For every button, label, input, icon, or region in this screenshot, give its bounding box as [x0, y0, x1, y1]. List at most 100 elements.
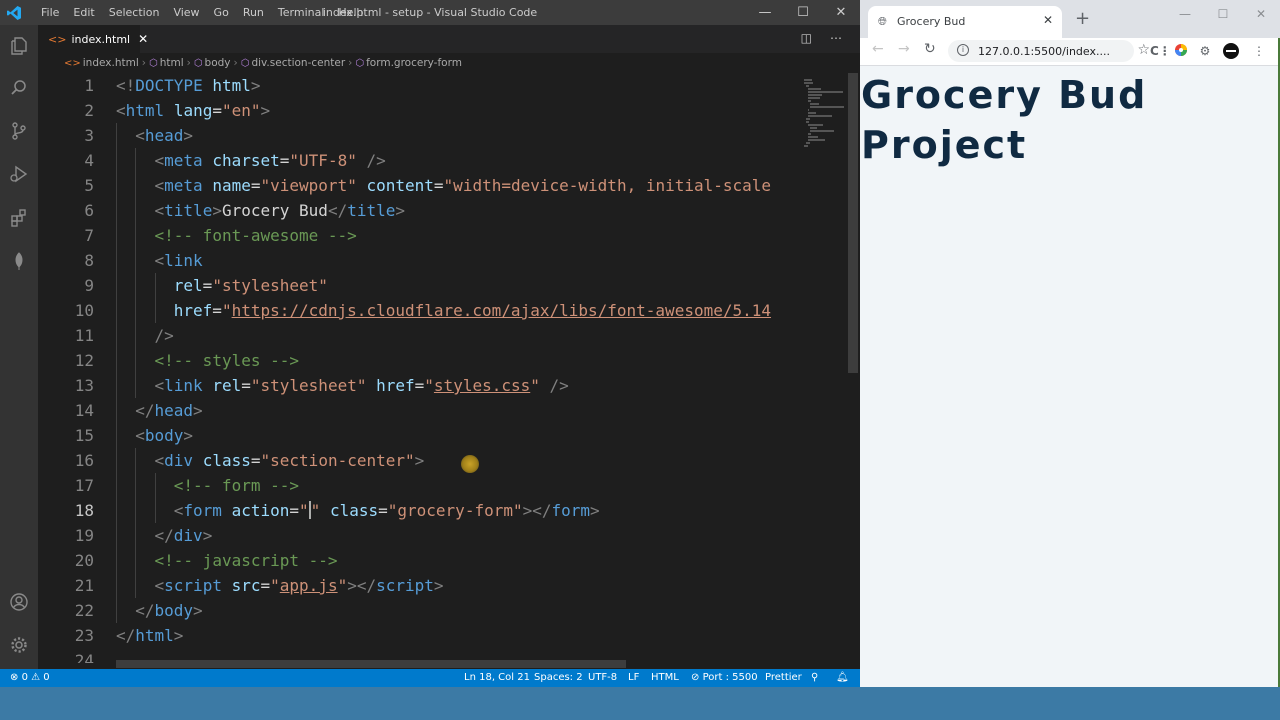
code-line[interactable]: 2 <html lang="en">	[38, 98, 798, 123]
minimap-line	[804, 79, 813, 81]
problems-indicator[interactable]: ⊗ 0 ⚠ 0	[10, 669, 50, 687]
code-line[interactable]: 20 <!-- javascript -->	[38, 548, 798, 573]
code-token: <	[154, 176, 165, 195]
code-token: <	[154, 451, 165, 470]
reload-icon[interactable]: ↻	[924, 41, 936, 57]
breadcrumb-item[interactable]: form.grocery-form	[366, 57, 462, 69]
close-icon[interactable]: ✕	[822, 0, 860, 25]
notifications-bell-icon[interactable]: 🔔︎	[836, 669, 849, 687]
menu-item-help[interactable]: Help	[331, 0, 370, 25]
more-actions-icon[interactable]: ⋯	[830, 31, 842, 45]
back-arrow-icon[interactable]: ←	[872, 41, 884, 57]
menu-item-terminal[interactable]: Terminal	[271, 0, 332, 25]
menu-item-go[interactable]: Go	[207, 0, 236, 25]
code-token: "	[337, 576, 348, 595]
code-token: >	[193, 401, 203, 420]
cursor-position[interactable]: Ln 18, Col 21	[464, 669, 530, 687]
code-text: rel="stylesheet"	[174, 273, 328, 298]
breadcrumb-item[interactable]: index.html	[83, 57, 139, 69]
menu-item-edit[interactable]: Edit	[66, 0, 101, 25]
code-line[interactable]: 6 <title>Grocery Bud</title>	[38, 198, 798, 223]
menu-item-run[interactable]: Run	[236, 0, 271, 25]
settings-gear-icon[interactable]	[8, 634, 30, 656]
code-token: </	[135, 401, 155, 420]
tab-index-html[interactable]: <> index.html ✕	[38, 25, 148, 53]
explorer-icon[interactable]	[8, 35, 30, 57]
code-line[interactable]: 5 <meta name="viewport" content="width=de…	[38, 173, 798, 198]
code-line[interactable]: 18 <form action=" " class="grocery-form"><…	[38, 498, 798, 523]
code-line[interactable]: 11 />	[38, 323, 798, 348]
color-picker-extension-icon[interactable]	[1173, 43, 1189, 59]
menu-item-view[interactable]: View	[166, 0, 206, 25]
menu-item-selection[interactable]: Selection	[102, 0, 167, 25]
code-line[interactable]: 19 </div>	[38, 523, 798, 548]
code-line[interactable]: 4 <meta charset="UTF-8" />	[38, 148, 798, 173]
end-of-line[interactable]: LF	[628, 669, 639, 687]
extensions-icon[interactable]	[8, 207, 30, 229]
code-token: "width=device-width, initial-scale	[443, 176, 772, 195]
code-line[interactable]: 16 <div class="section-center">	[38, 448, 798, 473]
breadcrumb-item[interactable]: body	[205, 57, 231, 69]
code-line[interactable]: 17 <!-- form -->	[38, 473, 798, 498]
browser-tab[interactable]: 🌐︎ Grocery Bud ✕	[868, 6, 1062, 38]
code-token: />	[366, 151, 386, 170]
extension-c-icon[interactable]: C⋮	[1150, 43, 1171, 59]
forward-arrow-icon[interactable]: →	[898, 41, 910, 57]
code-line[interactable]: 23 </html>	[38, 623, 798, 648]
new-tab-icon[interactable]: +	[1075, 9, 1090, 29]
encoding[interactable]: UTF-8	[588, 669, 617, 687]
code-line[interactable]: 1 <!DOCTYPE html>	[38, 73, 798, 98]
code-line[interactable]: 7 <!-- font-awesome -->	[38, 223, 798, 248]
tab-close-icon[interactable]: ✕	[138, 32, 148, 46]
line-number: 7	[84, 226, 94, 245]
indentation[interactable]: Spaces: 2	[534, 669, 583, 687]
code-line[interactable]: 12 <!-- styles -->	[38, 348, 798, 373]
code-line[interactable]: 3 <head>	[38, 123, 798, 148]
minimize-icon[interactable]: —	[746, 0, 784, 25]
profile-avatar-icon[interactable]	[1223, 43, 1239, 59]
mongodb-leaf-icon[interactable]	[8, 250, 30, 272]
address-bar[interactable]: i 127.0.0.1:5500/index.... ☆	[948, 40, 1150, 62]
url-text: 127.0.0.1:5500/index....	[978, 45, 1110, 58]
site-info-icon[interactable]: i	[957, 44, 969, 56]
split-editor-icon[interactable]: ◫	[801, 31, 812, 45]
code-token: link	[164, 251, 203, 270]
breadcrumb-item[interactable]: html	[160, 57, 184, 69]
code-line[interactable]: 22 </body>	[38, 598, 798, 623]
browser-maximize-icon[interactable]: ☐	[1204, 0, 1242, 28]
warning-icon: ⚠	[31, 672, 41, 683]
breadcrumb-item[interactable]: div.section-center	[251, 57, 345, 69]
browser-tab-close-icon[interactable]: ✕	[1043, 13, 1053, 27]
vertical-scrollbar[interactable]	[848, 73, 858, 373]
code-text: <!-- font-awesome -->	[155, 223, 357, 248]
code-line[interactable]: 9 rel="stylesheet"	[38, 273, 798, 298]
bookmark-star-icon[interactable]: ☆	[1137, 42, 1150, 58]
run-debug-icon[interactable]	[8, 163, 30, 185]
prettier-status[interactable]: Prettier	[765, 669, 802, 687]
code-token: >	[250, 76, 261, 95]
browser-minimize-icon[interactable]: —	[1166, 0, 1204, 28]
code-line[interactable]: 15 <body>	[38, 423, 798, 448]
extensions-puzzle-icon[interactable]: ⚙	[1197, 43, 1213, 59]
language-mode[interactable]: HTML	[651, 669, 679, 687]
code-editor[interactable]: 1 <!DOCTYPE html> 2 <html lang="en"> 3 <head>…	[38, 73, 798, 663]
chrome-menu-icon[interactable]: ⋮	[1251, 43, 1267, 59]
maximize-icon[interactable]: ☐	[784, 0, 822, 25]
code-line[interactable]: 21 <script src="app.js"></script>	[38, 573, 798, 598]
menu-item-file[interactable]: File	[34, 0, 66, 25]
no-entry-icon: ⊘	[691, 672, 703, 683]
code-line[interactable]: 10 href="https://cdnjs.cloudflare.com/aja…	[38, 298, 798, 323]
source-control-icon[interactable]	[8, 120, 30, 142]
search-icon[interactable]	[8, 77, 30, 99]
code-line[interactable]: 13 <link rel="stylesheet" href="styles.cs…	[38, 373, 798, 398]
code-line[interactable]: 14 </head>	[38, 398, 798, 423]
line-number: 24	[74, 651, 94, 663]
browser-close-icon[interactable]: ✕	[1242, 0, 1280, 28]
account-icon[interactable]	[8, 591, 30, 613]
live-server-port[interactable]: ⊘ Port : 5500	[691, 669, 758, 687]
horizontal-scrollbar[interactable]	[116, 660, 626, 668]
code-line[interactable]: 8 <link	[38, 248, 798, 273]
feedback-icon[interactable]: ⚲	[811, 669, 818, 687]
code-token: <	[154, 151, 165, 170]
